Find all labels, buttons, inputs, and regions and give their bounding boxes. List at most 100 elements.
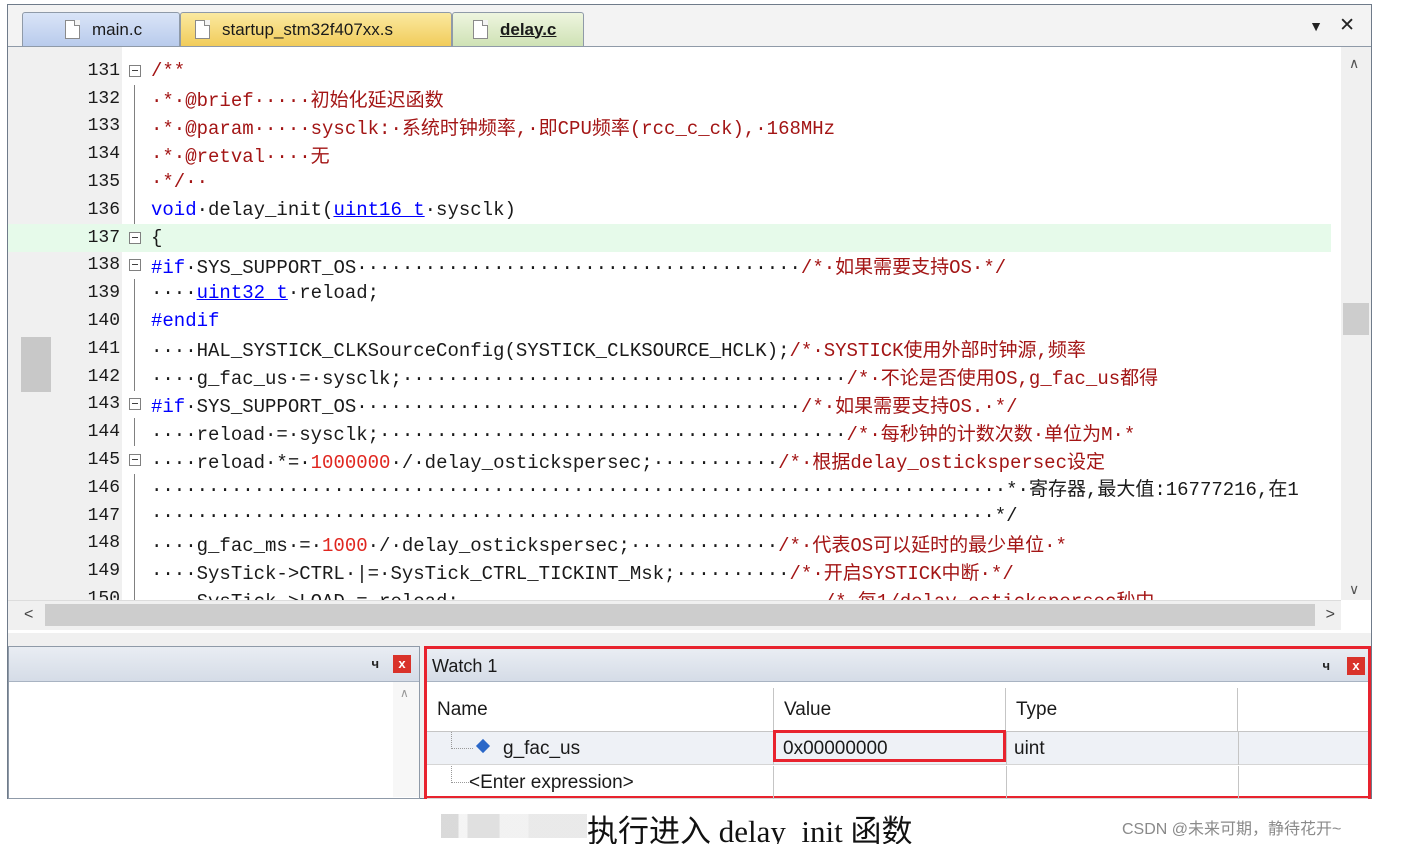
code-text: ····reload·=·sysclk;····················…: [151, 423, 1136, 446]
code-line[interactable]: 140 #endif: [8, 307, 1331, 335]
scroll-up-icon[interactable]: ∧: [400, 686, 409, 700]
code-line[interactable]: 132 ·*·@brief·····初始化延迟函数: [8, 84, 1331, 113]
code-text: /**: [151, 59, 186, 82]
code-line[interactable]: 148 ····g_fac_ms·=·1000·/·delay_ostickspe…: [8, 529, 1331, 558]
pin-icon[interactable]: ч: [371, 656, 379, 671]
table-row[interactable]: <Enter expression>: [427, 766, 1368, 799]
tab-label: main.c: [92, 19, 143, 39]
watch-name: g_fac_us: [503, 738, 581, 759]
code-text: #if·SYS_SUPPORT_OS······················…: [151, 256, 1007, 279]
fold-toggle-icon[interactable]: [129, 454, 141, 467]
fold-toggle-icon[interactable]: [129, 231, 141, 244]
enter-expression[interactable]: <Enter expression>: [469, 766, 634, 799]
fold-guide: [134, 112, 135, 141]
code-line[interactable]: 139 ····uint32_t·reload;: [8, 279, 1331, 308]
watch-title: Watch 1: [432, 656, 498, 676]
code-text: {: [151, 226, 163, 249]
code-line[interactable]: 143 #if·SYS_SUPPORT_OS···················…: [8, 391, 1331, 419]
code-text: ····g_fac_ms·=·1000·/·delay_osticksperse…: [151, 534, 1067, 557]
fold-toggle-icon[interactable]: [129, 64, 141, 77]
fold-guide: [134, 334, 135, 363]
code-text: ········································…: [151, 504, 1018, 527]
line-number: 145: [87, 450, 120, 471]
fold-guide: [134, 418, 135, 447]
code-line[interactable]: 142 ····g_fac_us·=·sysclk;···············…: [8, 362, 1331, 391]
code-line[interactable]: 146 ·····································…: [8, 473, 1331, 502]
ide-window: main.c startup_stm32f407xx.s delay.c ▼ ✕…: [7, 4, 1372, 799]
line-number: 140: [87, 311, 120, 332]
line-number: 135: [87, 172, 120, 193]
scroll-left-icon[interactable]: <: [24, 606, 33, 624]
line-number: 136: [87, 199, 120, 220]
file-icon: [473, 20, 488, 39]
code-line[interactable]: 133 ·*·@param·····sysclk:·系统时钟频率,·即CPU频率(…: [8, 112, 1331, 141]
pane-header: ч x: [9, 647, 419, 682]
column-header-type[interactable]: Type: [1006, 688, 1238, 732]
scroll-thumb[interactable]: [45, 604, 1315, 626]
fold-guide: [134, 84, 135, 113]
code-text: ·*/··: [151, 171, 209, 194]
horizontal-scrollbar[interactable]: < >: [8, 600, 1341, 630]
line-number: 133: [87, 116, 120, 137]
fold-guide: [134, 362, 135, 391]
scroll-down-icon[interactable]: ∨: [1349, 581, 1359, 598]
code-line[interactable]: 136 void·delay_init(uint16_t·sysclk): [8, 195, 1331, 224]
code-line[interactable]: 149 ····SysTick->CTRL·|=·SysTick_CTRL_TIC…: [8, 557, 1331, 586]
code-text: ····uint32_t·reload;: [151, 282, 380, 305]
code-lines: 131 /** 132 ·*·@brief·····初始化延迟函数 133 ·*·@par…: [8, 57, 1331, 613]
code-line[interactable]: 141 ····HAL_SYSTICK_CLKSourceConfig(SYSTI…: [8, 334, 1331, 363]
watch-type: uint: [1014, 738, 1045, 759]
fold-guide: [134, 529, 135, 558]
fold-toggle-icon[interactable]: [129, 259, 141, 272]
value-highlight-box: [773, 730, 1006, 762]
line-number: 138: [87, 255, 120, 276]
fold-guide: [134, 279, 135, 308]
code-line[interactable]: 135 ·*/··: [8, 168, 1331, 196]
pin-icon[interactable]: ч: [1322, 658, 1330, 673]
column-header-value[interactable]: Value: [774, 688, 1006, 732]
close-tab-icon[interactable]: ✕: [1339, 14, 1355, 37]
code-text: ·*·@retval····无: [151, 145, 330, 168]
column-header-blank: [1238, 688, 1368, 732]
variable-icon: [475, 738, 491, 754]
fold-guide: [134, 557, 135, 586]
code-line[interactable]: 144 ····reload·=·sysclk;·················…: [8, 418, 1331, 447]
line-number: 143: [87, 394, 120, 415]
tab-startup-s[interactable]: startup_stm32f407xx.s: [180, 12, 452, 46]
column-header-name[interactable]: Name: [427, 688, 774, 732]
scroll-right-icon[interactable]: >: [1326, 606, 1335, 624]
tab-list-dropdown-icon[interactable]: ▼: [1309, 18, 1323, 34]
code-line[interactable]: 134 ·*·@retval····无: [8, 140, 1331, 169]
code-line[interactable]: 131 /**: [8, 57, 1331, 85]
blurred-text: [441, 814, 587, 838]
fold-toggle-icon[interactable]: [129, 398, 141, 411]
line-number: 148: [87, 533, 120, 554]
fold-guide: [134, 140, 135, 169]
close-icon[interactable]: x: [1347, 657, 1365, 675]
code-text: #endif: [151, 310, 220, 333]
code-editor[interactable]: 131 /** 132 ·*·@brief·····初始化延迟函数 133 ·*·@par…: [8, 46, 1371, 633]
tab-main-c[interactable]: main.c: [22, 12, 180, 46]
line-number: 144: [87, 422, 120, 443]
line-number: 132: [87, 88, 120, 109]
tree-connector: [451, 732, 473, 749]
code-line[interactable]: 138 #if·SYS_SUPPORT_OS···················…: [8, 252, 1331, 280]
editor-tab-bar: main.c startup_stm32f407xx.s delay.c ▼ ✕: [8, 5, 1371, 46]
code-line[interactable]: 145 ····reload·*=·1000000·/·delay_osticks…: [8, 446, 1331, 474]
line-number: 147: [87, 505, 120, 526]
scroll-thumb[interactable]: [1343, 303, 1369, 335]
watermark: CSDN @未来可期，静待花开~: [1122, 821, 1342, 838]
code-line[interactable]: 147 ·····································…: [8, 501, 1331, 530]
scroll-up-icon[interactable]: ∧: [1349, 55, 1359, 72]
left-output-pane: ч x ∧: [8, 646, 420, 799]
line-number: 146: [87, 477, 120, 498]
fold-guide: [134, 473, 135, 502]
close-icon[interactable]: x: [393, 655, 411, 673]
line-number: 149: [87, 561, 120, 582]
vertical-scrollbar[interactable]: ∧: [393, 682, 419, 797]
vertical-scrollbar[interactable]: ∧ ∨: [1341, 47, 1371, 600]
tab-delay-c[interactable]: delay.c: [452, 12, 584, 46]
code-text: ····reload·*=·1000000·/·delay_osticksper…: [151, 451, 1105, 474]
code-line[interactable]: 137 {: [8, 223, 1331, 252]
watch-window: Watch 1 ч x Name Value Type g_fac_us 0x0…: [424, 646, 1371, 799]
